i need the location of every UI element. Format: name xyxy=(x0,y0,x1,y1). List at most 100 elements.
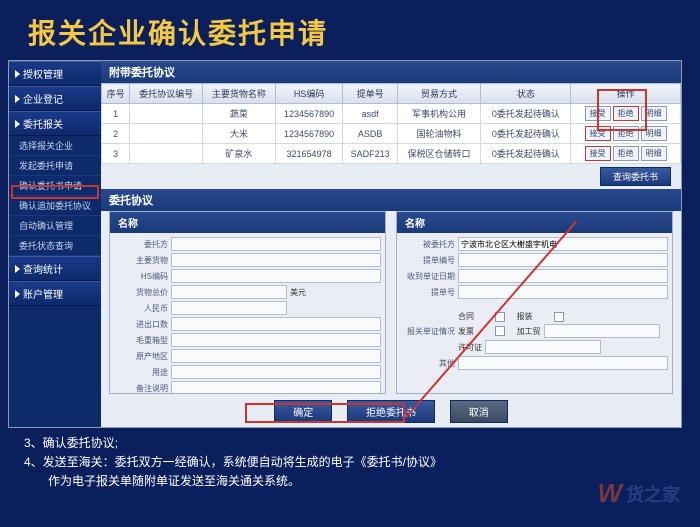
td: 矿泉水 xyxy=(203,144,276,164)
td: 军事机构公用 xyxy=(397,104,481,124)
lbl: 提单号 xyxy=(401,287,455,298)
op-reject[interactable]: 拒绝 xyxy=(613,106,639,121)
panel-head: 名称 xyxy=(110,212,385,233)
sidebar-item[interactable]: 确认追加委托协议 xyxy=(9,196,101,216)
entrustor-panel: 名称 委托方 主要货物 HS编码 货物总价美元 人民币 进出口数 毛重箱型 原产… xyxy=(109,211,386,394)
input-other[interactable] xyxy=(458,356,668,370)
bottom-buttons: 确定 拒绝委托书 取消 xyxy=(101,394,681,427)
input-entrustor[interactable] xyxy=(171,237,381,251)
cancel-button[interactable]: 取消 xyxy=(450,400,508,423)
op-detail[interactable]: 明细 xyxy=(641,146,667,161)
td-ops: 接受拒绝明细 xyxy=(571,104,681,124)
lbl: 其他 xyxy=(401,358,455,369)
td: 0委托发起待确认 xyxy=(481,144,571,164)
input-entrustee[interactable] xyxy=(458,237,668,251)
watermark-w: W xyxy=(597,478,622,509)
op-detail[interactable]: 明细 xyxy=(641,126,667,141)
sidebar-group-account[interactable]: 账户管理 xyxy=(9,281,101,306)
td-ops: 接受拒绝明细 xyxy=(571,144,681,164)
lbl: 提单编号 xyxy=(401,255,455,266)
sidebar-group-entrust[interactable]: 委托报关 xyxy=(9,111,101,136)
section-agreement: 委托协议 xyxy=(101,189,681,211)
input-use[interactable] xyxy=(171,365,381,379)
app-frame: 授权管理 企业登记 委托报关 选择报关企业 发起委托申请 确认委托书申请 确认追… xyxy=(8,60,682,428)
sidebar-label: 企业登记 xyxy=(23,91,63,106)
td: 0委托发起待确认 xyxy=(481,104,571,124)
footer-line2a: 4、发送至海关：委托双方一经确认，系统便自动将生成的电子《委托书/协议》 xyxy=(24,453,676,472)
chk-invoice[interactable] xyxy=(495,326,505,336)
reject-button[interactable]: 拒绝委托书 xyxy=(347,400,435,423)
sidebar-item[interactable]: 委托状态查询 xyxy=(9,236,101,256)
op-reject[interactable]: 拒绝 xyxy=(613,146,639,161)
lbl-currency: 美元 xyxy=(290,287,306,298)
sidebar-group-reg[interactable]: 企业登记 xyxy=(9,86,101,111)
td: 1234567890 xyxy=(275,124,343,144)
lbl: 进出口数 xyxy=(114,319,168,330)
input-processing[interactable] xyxy=(544,324,660,338)
watermark: W 货之家 xyxy=(597,478,680,509)
sidebar-group-auth[interactable]: 授权管理 xyxy=(9,61,101,86)
td xyxy=(130,124,203,144)
td xyxy=(130,104,203,124)
lbl: 收到单证日期 xyxy=(401,271,455,282)
input-bl[interactable] xyxy=(458,253,668,267)
td: 保税区仓储转口 xyxy=(397,144,481,164)
th: 委托协议编号 xyxy=(130,84,203,104)
op-detail[interactable]: 明细 xyxy=(641,106,667,121)
sidebar-label: 查询统计 xyxy=(23,261,63,276)
lbl: 合同 xyxy=(458,311,492,322)
input-remark[interactable] xyxy=(171,381,381,393)
op-accept[interactable]: 接受 xyxy=(585,106,611,121)
td: ASDB xyxy=(343,124,397,144)
td: 0委托发起待确认 xyxy=(481,124,571,144)
th: 提单号 xyxy=(343,84,397,104)
td: 国轮油物料 xyxy=(397,124,481,144)
sidebar-group-query[interactable]: 查询统计 xyxy=(9,256,101,281)
query-button[interactable]: 查询委托书 xyxy=(600,167,671,186)
sidebar-item[interactable]: 选择报关企业 xyxy=(9,136,101,156)
entrustee-panel: 名称 被委托方 提单编号 收到单证日期 提单号 合同 报装 报关单证情况发票 加… xyxy=(396,211,673,394)
th: 操作 xyxy=(571,84,681,104)
sidebar-label: 账户管理 xyxy=(23,286,63,301)
sidebar-label: 委托报关 xyxy=(23,116,63,131)
th: 序号 xyxy=(102,84,130,104)
watermark-text: 货之家 xyxy=(626,481,680,507)
input-weight[interactable] xyxy=(171,333,381,347)
chk-pack[interactable] xyxy=(554,312,564,322)
lbl: 货物总价 xyxy=(114,287,168,298)
input-origin[interactable] xyxy=(171,349,381,363)
entrust-table: 序号 委托协议编号 主要货物名称 HS编码 提单号 贸易方式 状态 操作 1蔬菜… xyxy=(101,83,681,164)
query-bar: 查询委托书 xyxy=(101,164,681,189)
footer-line2b: 作为电子报关单随附单证发送至海关通关系统。 xyxy=(24,472,676,491)
input-license[interactable] xyxy=(485,340,601,354)
lbl: 发票 xyxy=(458,326,492,337)
sidebar-item[interactable]: 发起委托申请 xyxy=(9,156,101,176)
op-accept[interactable]: 接受 xyxy=(585,126,611,141)
th: HS编码 xyxy=(275,84,343,104)
input-hs[interactable] xyxy=(171,269,381,283)
op-reject[interactable]: 拒绝 xyxy=(613,126,639,141)
lbl: 备注说明 xyxy=(114,383,168,394)
lbl: 用途 xyxy=(114,367,168,378)
input-inout[interactable] xyxy=(171,317,381,331)
chk-contract[interactable] xyxy=(495,312,505,322)
agreement-wrap: 名称 委托方 主要货物 HS编码 货物总价美元 人民币 进出口数 毛重箱型 原产… xyxy=(101,211,681,394)
input-goods[interactable] xyxy=(171,253,381,267)
th: 贸易方式 xyxy=(397,84,481,104)
td: 蔬菜 xyxy=(203,104,276,124)
input-rmb[interactable] xyxy=(171,301,287,315)
ok-button[interactable]: 确定 xyxy=(274,400,332,423)
td-ops: 接受拒绝明细 xyxy=(571,124,681,144)
lbl: 被委托方 xyxy=(401,239,455,250)
td: asdf xyxy=(343,104,397,124)
input-total[interactable] xyxy=(171,285,287,299)
sidebar-item[interactable]: 自动确认管理 xyxy=(9,216,101,236)
td: 2 xyxy=(102,124,130,144)
input-recv-date[interactable] xyxy=(458,269,668,283)
sidebar-item-confirm[interactable]: 确认委托书申请 xyxy=(9,176,101,196)
th: 状态 xyxy=(481,84,571,104)
op-accept[interactable]: 接受 xyxy=(585,146,611,161)
content-pane: 附带委托协议 序号 委托协议编号 主要货物名称 HS编码 提单号 贸易方式 状态… xyxy=(101,61,681,427)
sidebar: 授权管理 企业登记 委托报关 选择报关企业 发起委托申请 确认委托书申请 确认追… xyxy=(9,61,101,427)
input-blno[interactable] xyxy=(458,285,668,299)
